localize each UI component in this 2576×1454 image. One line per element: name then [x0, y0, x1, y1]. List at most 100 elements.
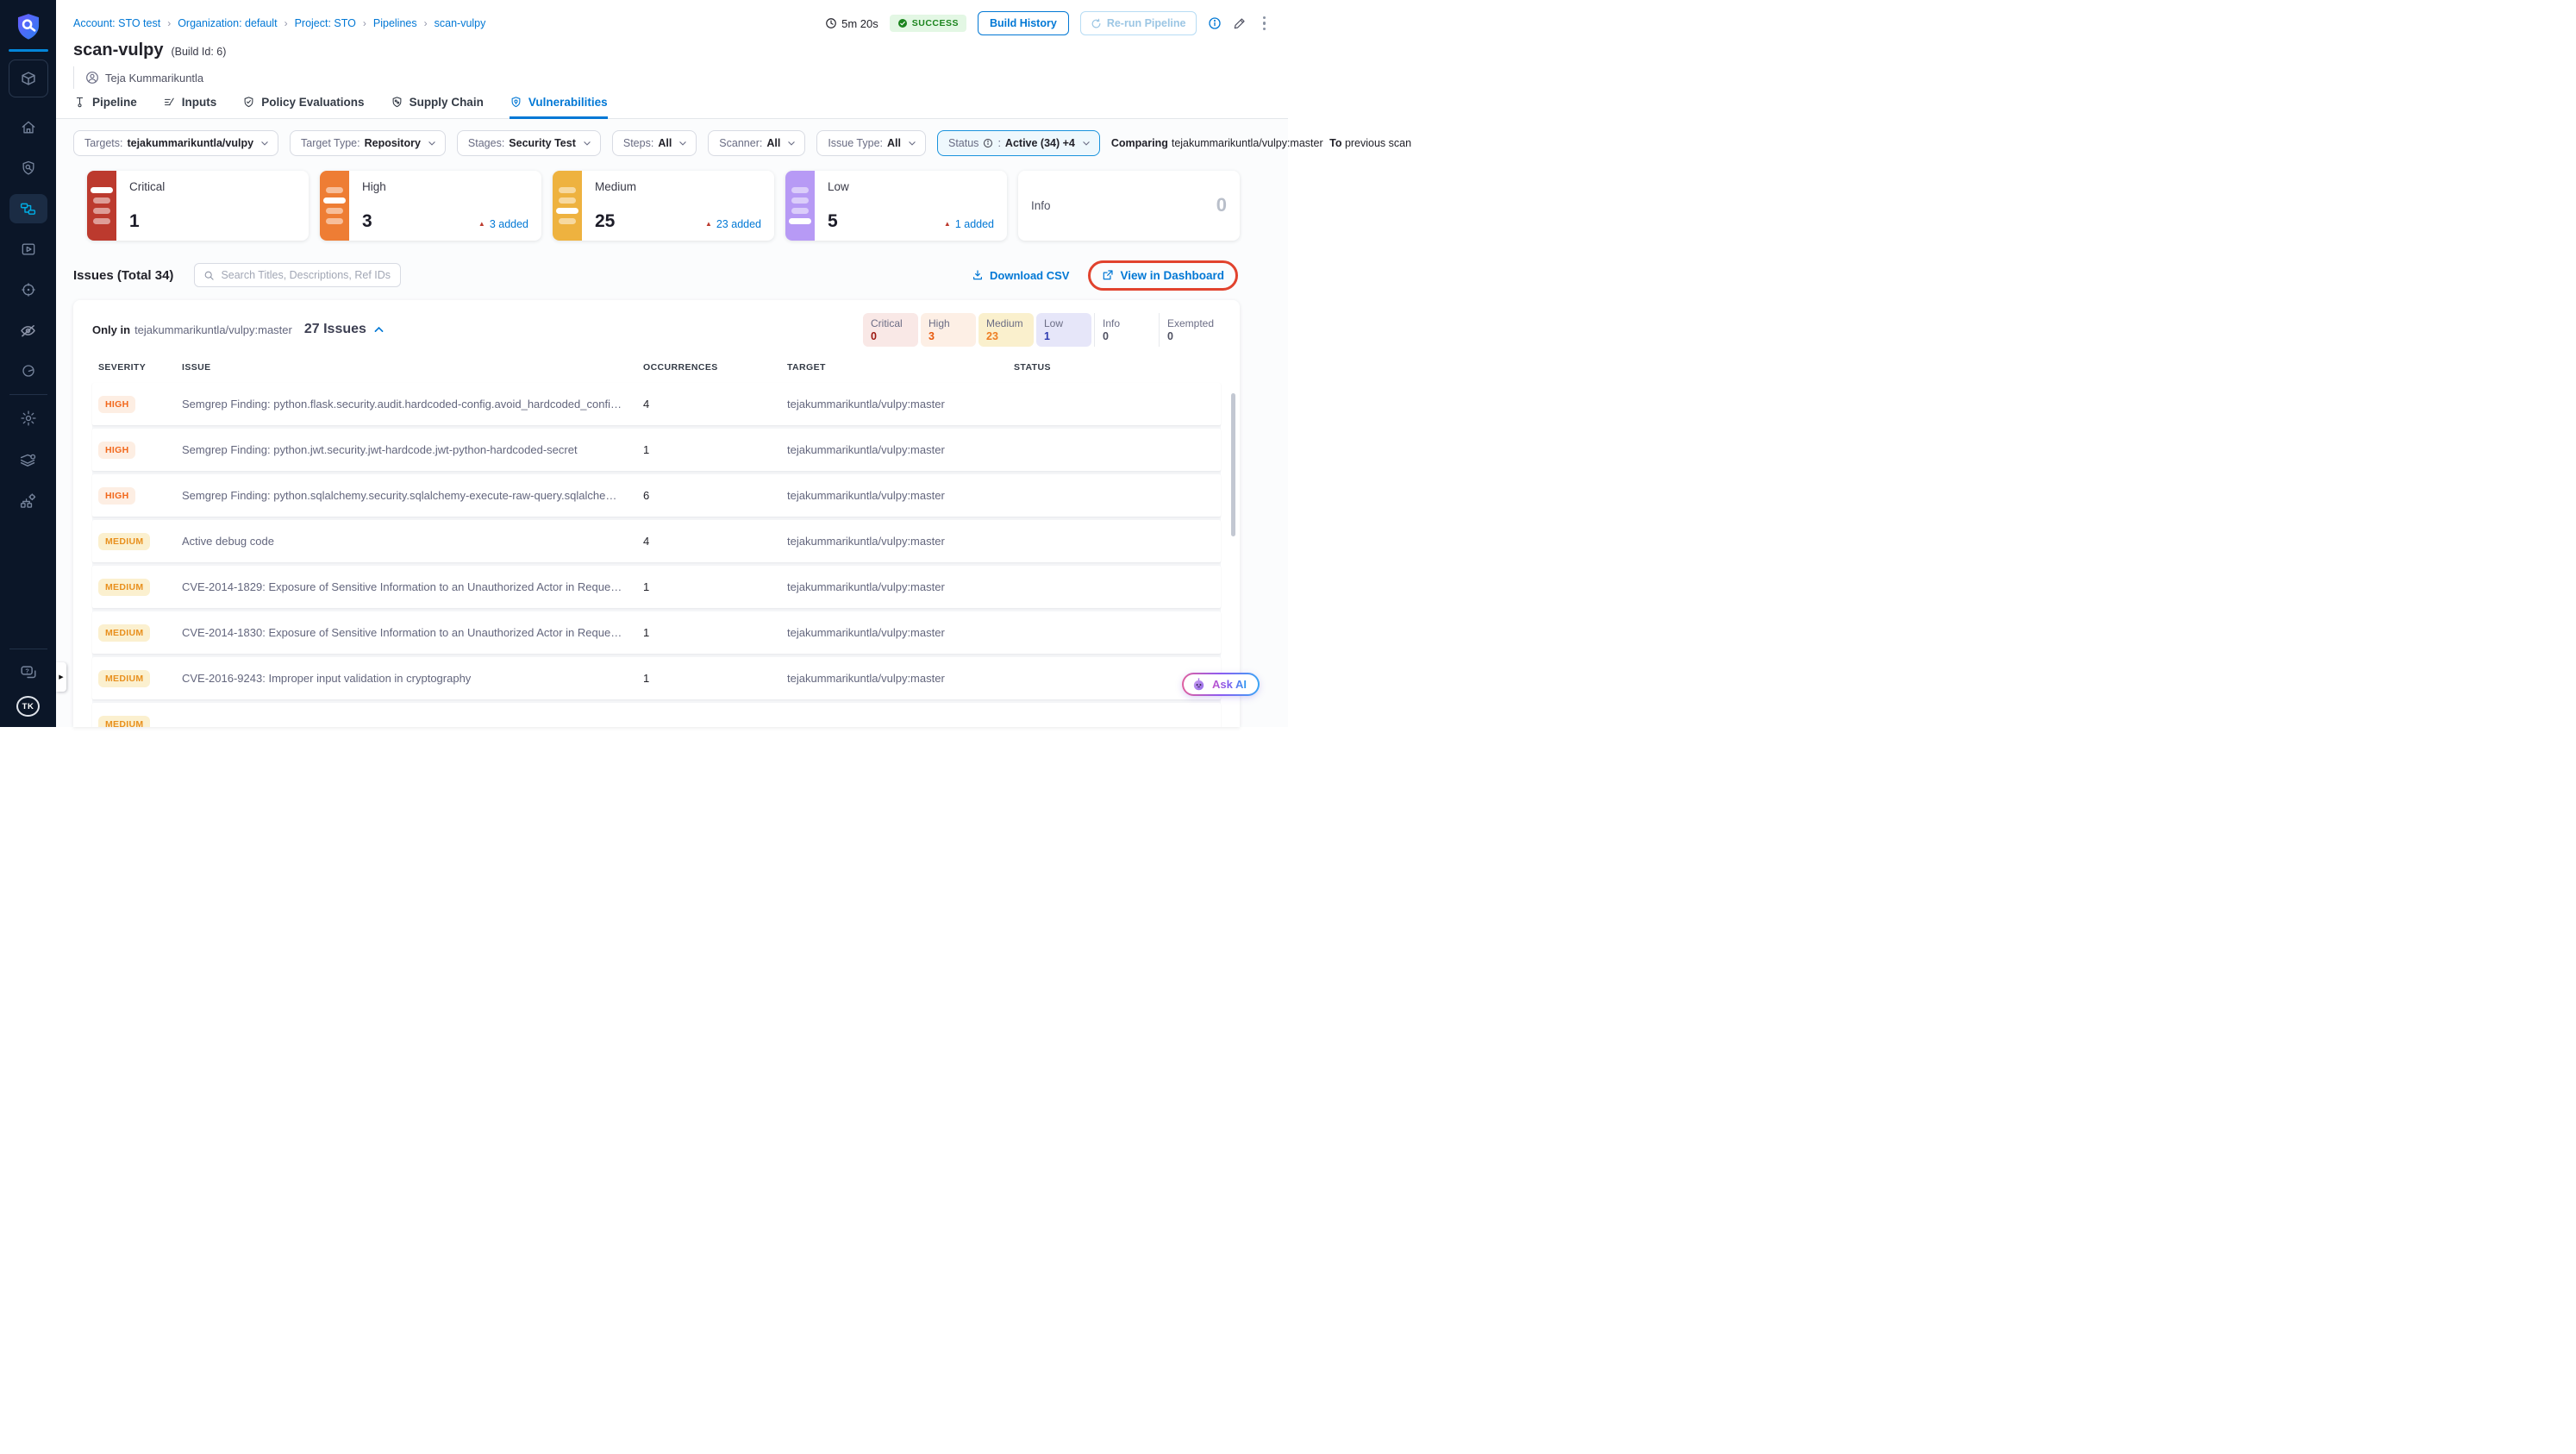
- breadcrumb-link[interactable]: Pipelines: [373, 17, 417, 29]
- chevron-down-icon: [584, 141, 591, 146]
- filter-dropdown[interactable]: Targets: tejakummarikuntla/vulpy: [73, 130, 279, 156]
- sidebar-item-settings[interactable]: [9, 404, 47, 433]
- issue-target: tejakummarikuntla/vulpy:master: [787, 443, 945, 456]
- sidebar-item-get-started[interactable]: [9, 356, 47, 385]
- severity-card[interactable]: High 3 ▲ 3 added: [320, 171, 541, 241]
- sidebar-item-infrastructure[interactable]: [9, 486, 47, 516]
- breadcrumb-link[interactable]: Account: STO test: [73, 17, 160, 29]
- more-options-kebab-icon[interactable]: [1258, 15, 1272, 33]
- sidebar-item-hidden[interactable]: [9, 316, 47, 345]
- clock-icon: [826, 18, 836, 28]
- author-name: Teja Kummarikuntla: [105, 71, 204, 85]
- pipeline-icon: [76, 97, 84, 108]
- table-header: SEVERITY ISSUE OCCURRENCES TARGET STATUS: [92, 362, 1221, 373]
- severity-pill[interactable]: Critical 0: [863, 312, 918, 347]
- table-row[interactable]: MEDIUM CVE-2014-1830: Exposure of Sensit…: [92, 611, 1221, 654]
- added-delta: ▲ 23 added: [704, 218, 761, 230]
- sidebar-item-pipelines[interactable]: [9, 194, 47, 223]
- table-row[interactable]: HIGH Semgrep Finding: python.flask.secur…: [92, 383, 1221, 425]
- severity-badge: HIGH: [98, 441, 136, 459]
- severity-pill[interactable]: Medium 23: [979, 312, 1034, 347]
- shield-vulnerability-icon: [511, 97, 521, 108]
- severity-card[interactable]: Critical 1: [87, 171, 309, 241]
- table-row[interactable]: MEDIUM CVE-2014-1829: Exposure of Sensit…: [92, 566, 1221, 608]
- filter-dropdown[interactable]: Issue Type: All: [816, 130, 926, 156]
- tab-pipeline[interactable]: Pipeline: [73, 96, 137, 119]
- info-icon: [984, 139, 993, 147]
- sidebar-item-executions[interactable]: [9, 235, 47, 264]
- filter-bar: Targets: tejakummarikuntla/vulpy Target …: [73, 130, 1411, 156]
- occurrences-count: 1: [643, 443, 650, 456]
- severity-pill[interactable]: High 3: [921, 312, 976, 347]
- severity-pill[interactable]: Info 0: [1094, 312, 1156, 347]
- occurrences-count: 1: [643, 580, 650, 593]
- severity-card-count: 0: [1216, 194, 1227, 216]
- triangle-up-icon: ▲: [943, 220, 951, 228]
- tab-supply-chain[interactable]: Supply Chain: [391, 96, 484, 119]
- breadcrumb-link[interactable]: scan-vulpy: [435, 17, 486, 29]
- filter-dropdown[interactable]: Scanner: All: [708, 130, 806, 156]
- sidebar-item-environments[interactable]: [9, 446, 47, 475]
- sidebar-divider: [9, 394, 47, 395]
- sidebar-item-help[interactable]: ?: [9, 658, 47, 687]
- tab-policy-evaluations[interactable]: Policy Evaluations: [242, 96, 365, 119]
- filter-dropdown[interactable]: Stages: Security Test: [456, 130, 601, 156]
- table-row[interactable]: HIGH Semgrep Finding: python.sqlalchemy.…: [92, 474, 1221, 517]
- sidebar-item-test-targets[interactable]: [9, 275, 47, 304]
- search-input[interactable]: [221, 269, 392, 281]
- severity-card[interactable]: Medium 25 ▲ 23 added: [553, 171, 774, 241]
- view-in-dashboard-button[interactable]: View in Dashboard: [1102, 269, 1224, 282]
- table-row[interactable]: HIGH Semgrep Finding: python.jwt.securit…: [92, 429, 1221, 471]
- filter-dropdown[interactable]: Target Type: Repository: [290, 130, 446, 156]
- page-title: scan-vulpy: [73, 41, 164, 60]
- breadcrumb-link[interactable]: Project: STO: [295, 17, 356, 29]
- filter-dropdown[interactable]: Steps: All: [611, 130, 697, 156]
- executions-play-icon: [22, 243, 34, 255]
- sidebar-nav: [9, 113, 47, 385]
- tab-inputs[interactable]: Inputs: [163, 96, 216, 119]
- chevron-up-icon[interactable]: [373, 324, 385, 335]
- table-scrollbar[interactable]: [1231, 393, 1235, 536]
- avatar[interactable]: TK: [16, 696, 40, 717]
- issues-search[interactable]: [194, 263, 402, 287]
- edit-pencil-icon[interactable]: [1233, 16, 1247, 30]
- module-cube-icon: [21, 72, 35, 85]
- chevron-down-icon: [1083, 141, 1090, 146]
- severity-summary-cards: Critical 1 High 3 ▲ 3 added Medium 25 ▲ …: [73, 171, 1271, 241]
- severity-badge: HIGH: [98, 486, 136, 505]
- severity-card[interactable]: Low 5 ▲ 1 added: [785, 171, 1007, 241]
- table-row[interactable]: MEDIUM Active debug code 4 tejakummariku…: [92, 520, 1221, 562]
- page-header: Account: STO test › Organization: default…: [56, 0, 1288, 119]
- severity-pill[interactable]: Exempted 0: [1159, 312, 1221, 347]
- rerun-pipeline-button[interactable]: Re-run Pipeline: [1079, 11, 1197, 35]
- table-row[interactable]: MEDIUM CVE-2016-9243: Improper input val…: [92, 657, 1221, 699]
- filter-dropdown[interactable]: Status: Active (34) +4: [937, 130, 1100, 156]
- severity-card-label: Low: [828, 180, 849, 193]
- build-history-button[interactable]: Build History: [978, 11, 1069, 35]
- severity-pill-group: Critical 0 High 3 Medium 23 Low 1 Info 0…: [863, 312, 1221, 347]
- tab-vulnerabilities[interactable]: Vulnerabilities: [509, 96, 608, 119]
- sidebar-item-overview[interactable]: [9, 154, 47, 183]
- sidebar-item-home[interactable]: [9, 113, 47, 142]
- chevron-down-icon: [428, 141, 435, 146]
- table-row[interactable]: MEDIUM: [92, 703, 1221, 727]
- module-selector-button[interactable]: [8, 60, 48, 97]
- refresh-icon: [1091, 18, 1101, 28]
- search-icon: [205, 271, 215, 280]
- breadcrumb-link[interactable]: Organization: default: [178, 17, 277, 29]
- severity-card[interactable]: Info 0: [1018, 171, 1240, 241]
- sto-shield-logo-icon: [14, 12, 43, 41]
- download-csv-button[interactable]: Download CSV: [972, 269, 1069, 282]
- chevron-right-icon: ›: [167, 17, 172, 29]
- severity-card-label: High: [362, 180, 386, 193]
- severity-badge: MEDIUM: [98, 715, 151, 727]
- status-badge: SUCCESS: [889, 15, 967, 32]
- ask-ai-button[interactable]: Ask AI: [1182, 673, 1260, 696]
- issue-title: Semgrep Finding: python.flask.security.a…: [182, 398, 643, 411]
- download-icon: [973, 270, 983, 280]
- sidebar-expand-handle[interactable]: ▶: [56, 662, 66, 692]
- info-icon[interactable]: [1208, 16, 1222, 30]
- chevron-down-icon: [788, 141, 795, 146]
- severity-pill[interactable]: Low 1: [1036, 312, 1091, 347]
- comparing-text: Comparing tejakummarikuntla/vulpy:master …: [1110, 137, 1412, 149]
